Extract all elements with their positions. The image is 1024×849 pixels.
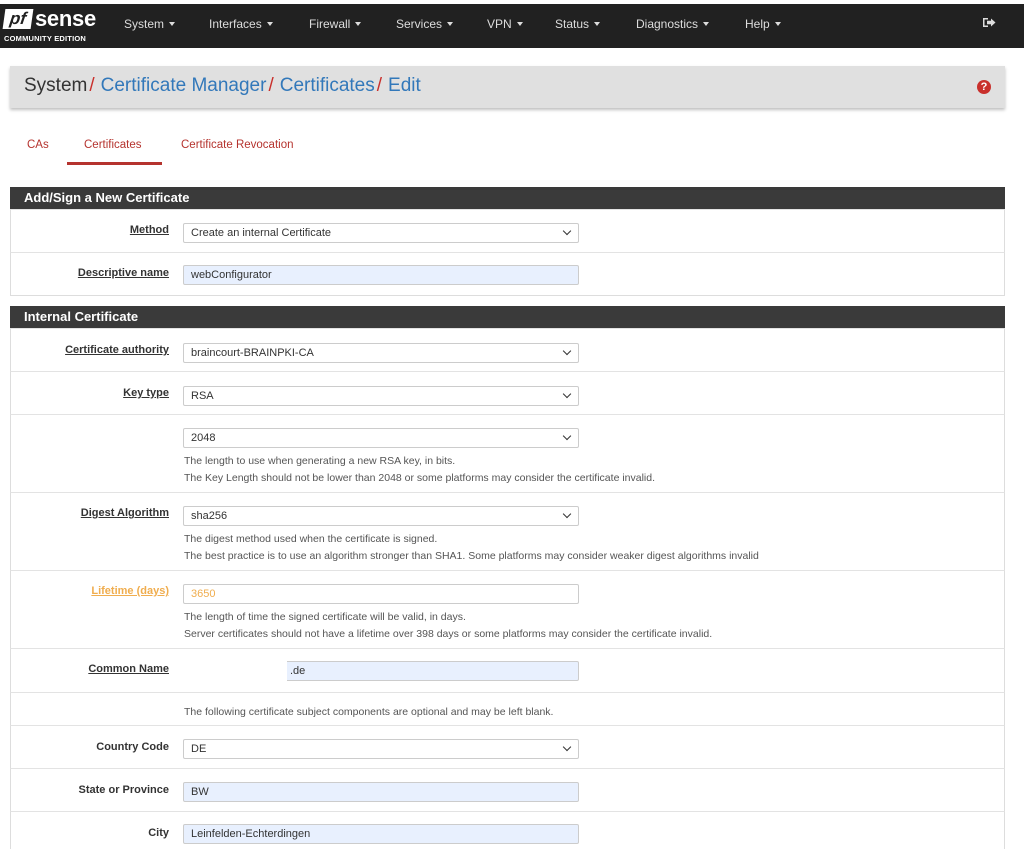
country-code-value: DE (191, 743, 207, 755)
row-certificate-authority: Certificate authority braincourt-BRAINPK… (10, 328, 1005, 371)
breadcrumb: System / Certificate Manager / Certificates /… (24, 75, 421, 97)
key-length-help-1: The length to use when generating a new … (184, 455, 456, 467)
nav-label: Diagnostics (636, 17, 699, 31)
row-key-length: 2048 The length to use when generating a… (10, 414, 1005, 492)
caret-down-icon (447, 22, 454, 26)
optional-components-note: The following certificate subject compon… (184, 706, 554, 718)
breadcrumb-bar: System / Certificate Manager / Certificates /… (10, 66, 1005, 108)
certificate-authority-value: braincourt-BRAINPKI-CA (191, 347, 314, 359)
chevron-down-icon (562, 226, 572, 236)
certificate-authority-label: Certificate authority (65, 344, 169, 356)
nav-label: Status (555, 17, 590, 31)
key-type-value: RSA (191, 390, 214, 402)
lifetime-label: Lifetime (days) (91, 585, 169, 597)
nav-menu-interfaces[interactable]: Interfaces (209, 17, 273, 31)
logo-edition: COMMUNITY EDITION (4, 34, 87, 43)
descriptive-name-label: Descriptive name (77, 267, 169, 279)
nav-label: VPN (487, 17, 512, 31)
nav-menu-system[interactable]: System (124, 17, 176, 31)
city-input[interactable]: Leinfelden-Echterdingen (183, 824, 579, 844)
nav-label: Help (745, 17, 770, 31)
digest-algorithm-label: Digest Algorithm (80, 507, 169, 519)
row-method: Method Create an internal Certificate (10, 209, 1005, 252)
row-descriptive-name: Descriptive name webConfigurator (10, 252, 1005, 296)
method-select[interactable]: Create an internal Certificate (183, 223, 579, 243)
row-key-type: Key type RSA (10, 371, 1005, 414)
active-tab-indicator (67, 162, 162, 165)
caret-down-icon (594, 22, 601, 26)
country-code-label: Country Code (96, 741, 169, 753)
method-label: Method (129, 224, 169, 236)
nav-menu-status[interactable]: Status (555, 17, 601, 31)
panel-heading-internal-certificate: Internal Certificate (10, 306, 1005, 328)
breadcrumb-separator: / (376, 75, 383, 96)
digest-algorithm-value: sha256 (191, 510, 228, 522)
row-city: City Leinfelden-Echterdingen (10, 811, 1005, 849)
nav-menu-diagnostics[interactable]: Diagnostics (636, 17, 710, 31)
nav-label: System (124, 17, 165, 31)
chevron-down-icon (562, 742, 572, 752)
nav-menu-vpn[interactable]: VPN (487, 17, 523, 31)
chevron-down-icon (562, 509, 572, 519)
tab-certificates[interactable]: Certificates (84, 139, 142, 151)
breadcrumb-separator: / (268, 75, 274, 96)
certificate-authority-select[interactable]: braincourt-BRAINPKI-CA (183, 343, 579, 363)
digest-algorithm-select[interactable]: sha256 (183, 506, 579, 526)
city-label: City (148, 827, 169, 839)
tab-certificate-revocation[interactable]: Certificate Revocation (181, 139, 294, 151)
nav-label: Interfaces (209, 17, 262, 31)
help-question-icon[interactable]: ? (977, 80, 991, 94)
nav-menu-services[interactable]: Services (396, 17, 454, 31)
row-country-code: Country Code DE (10, 725, 1005, 768)
state-label: State or Province (78, 784, 169, 796)
lifetime-help-1: The length of time the signed certificat… (184, 611, 466, 623)
lifetime-input[interactable]: 3650 (183, 584, 579, 604)
nav-menu-firewall[interactable]: Firewall (309, 17, 362, 31)
logout-icon[interactable] (983, 17, 996, 28)
nav-label: Services (396, 17, 443, 31)
descriptive-name-input[interactable]: webConfigurator (183, 265, 579, 285)
state-input[interactable]: BW (183, 782, 579, 802)
breadcrumb-separator: / (89, 75, 95, 96)
key-type-select[interactable]: RSA (183, 386, 579, 406)
nav-menu-help[interactable]: Help (745, 17, 781, 31)
caret-down-icon (266, 22, 273, 26)
key-length-value: 2048 (191, 432, 216, 444)
logo-pf-mark: pf (2, 9, 34, 29)
key-length-select[interactable]: 2048 (183, 428, 579, 448)
caret-down-icon (703, 22, 710, 26)
row-optional-note: The following certificate subject compon… (10, 692, 1005, 725)
row-digest-algorithm: Digest Algorithm sha256 The digest metho… (10, 492, 1005, 570)
caret-down-icon (516, 22, 523, 26)
key-length-help-2: The Key Length should not be lower than … (184, 472, 656, 484)
common-name-label: Common Name (88, 663, 169, 675)
row-lifetime: Lifetime (days) 3650 The length of time … (10, 570, 1005, 648)
breadcrumb-certificate-manager[interactable]: Certificate Manager (101, 75, 267, 96)
chevron-down-icon (562, 346, 572, 356)
pfsense-logo[interactable]: pf sense COMMUNITY EDITION (0, 4, 110, 48)
breadcrumb-certificates[interactable]: Certificates (280, 75, 375, 96)
breadcrumb-system: System (24, 75, 88, 96)
caret-down-icon (169, 22, 176, 26)
logo-wordmark: sense (35, 6, 96, 31)
caret-down-icon (355, 22, 362, 26)
panel-heading-add-sign: Add/Sign a New Certificate (10, 187, 1005, 209)
digest-help-2: The best practice is to use an algorithm… (184, 550, 759, 562)
nav-label: Firewall (309, 17, 351, 31)
chevron-down-icon (562, 431, 572, 441)
row-common-name: Common Name .de (10, 648, 1005, 692)
lifetime-help-2: Server certificates should not have a li… (184, 628, 713, 640)
breadcrumb-edit[interactable]: Edit (388, 75, 421, 96)
common-name-redaction (183, 660, 287, 682)
country-code-select[interactable]: DE (183, 739, 579, 759)
row-state: State or Province BW (10, 768, 1005, 811)
method-value: Create an internal Certificate (191, 227, 332, 239)
chevron-down-icon (562, 389, 572, 399)
key-type-label: Key type (123, 387, 169, 399)
digest-help-1: The digest method used when the certific… (184, 533, 438, 545)
caret-down-icon (774, 22, 781, 26)
tab-cas[interactable]: CAs (27, 139, 49, 151)
